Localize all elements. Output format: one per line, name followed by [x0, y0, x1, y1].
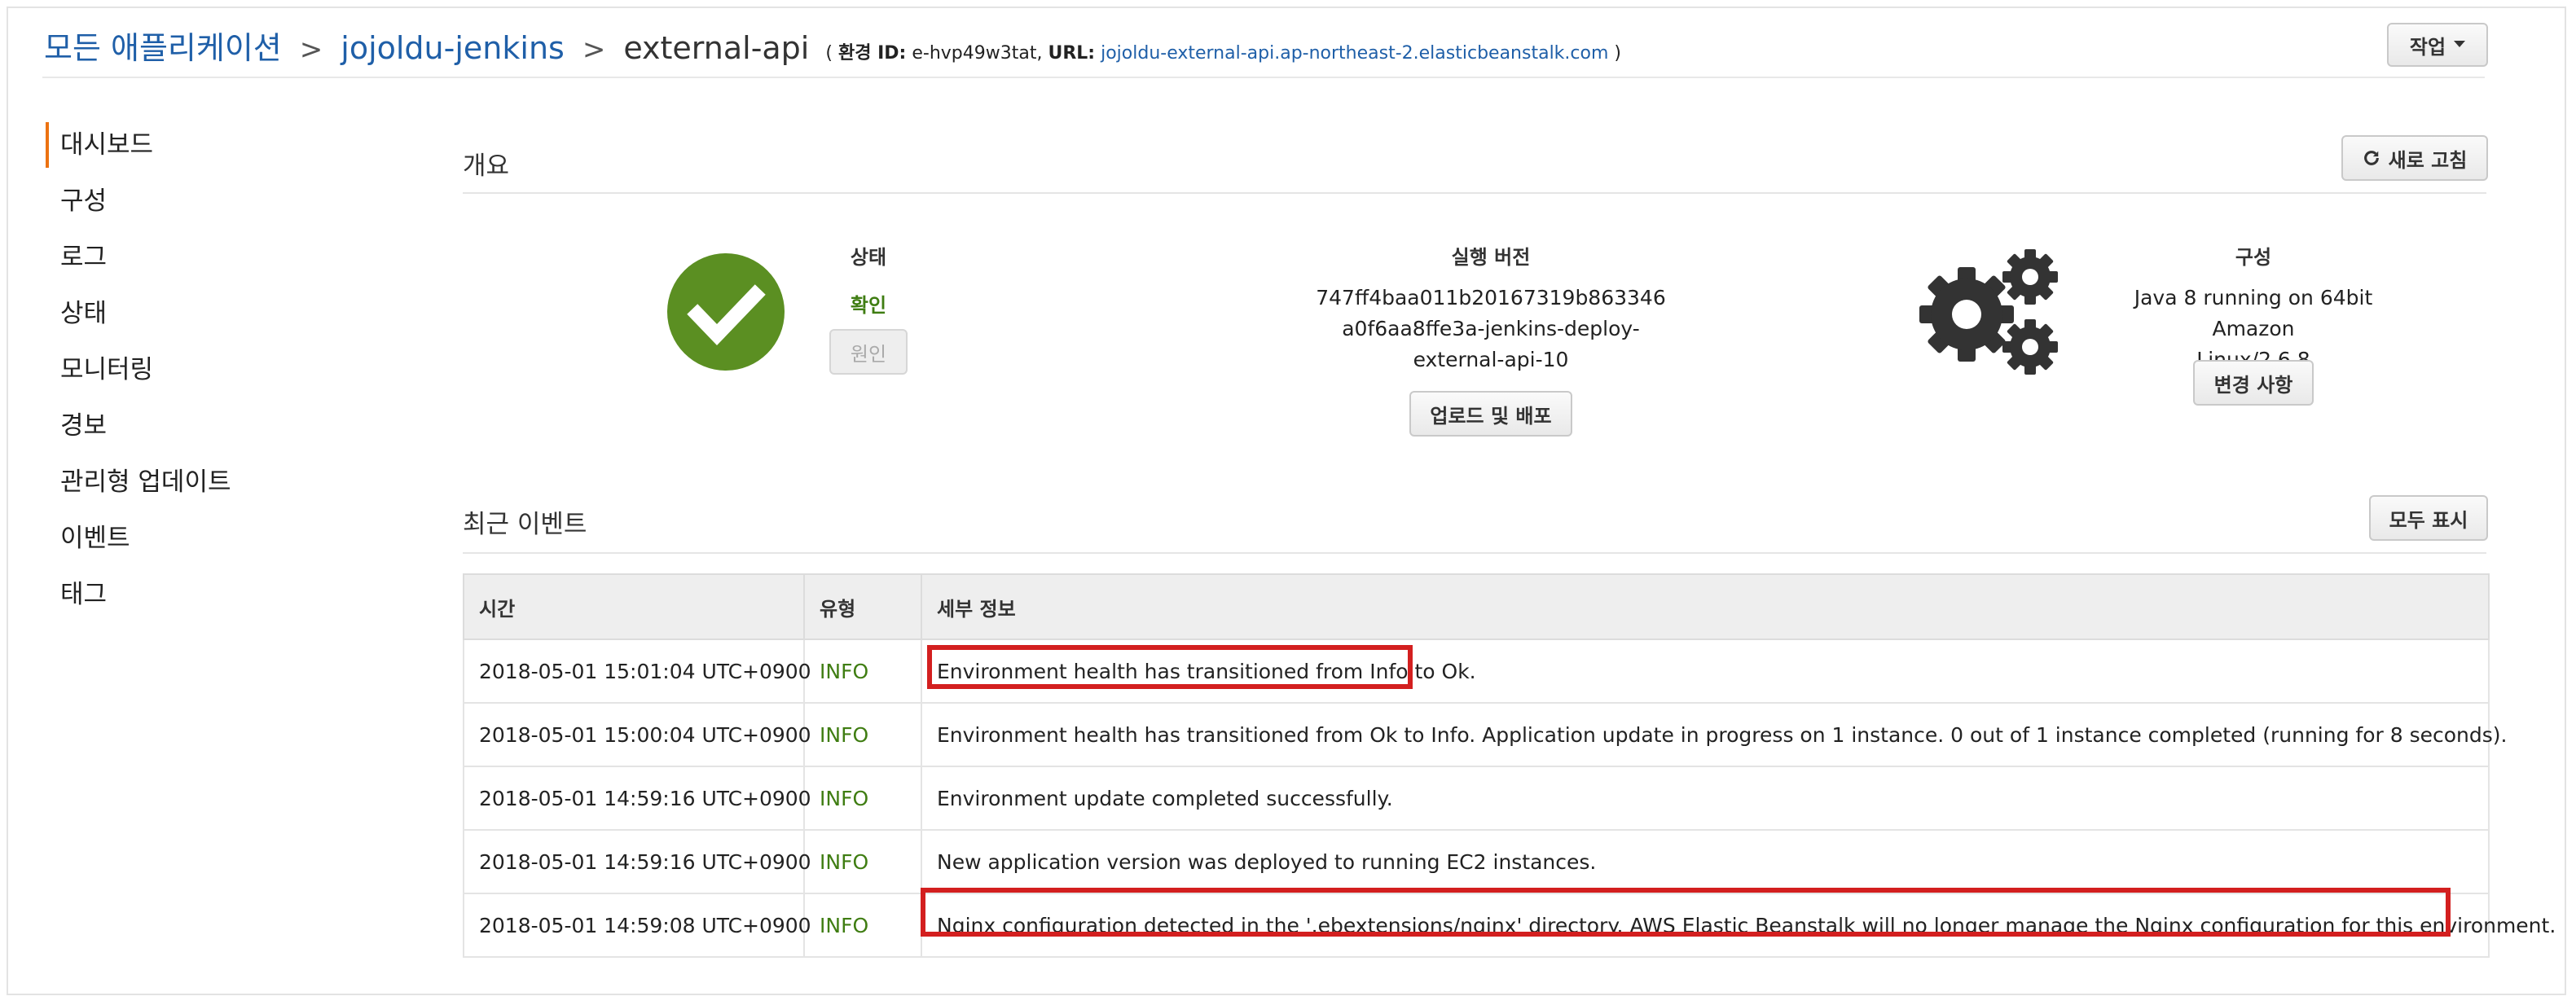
event-type: INFO	[803, 766, 922, 831]
refresh-button[interactable]: 새로 고침	[2341, 135, 2488, 181]
event-time: 2018-05-01 14:59:16 UTC+0900	[463, 829, 811, 894]
header-divider	[42, 77, 2485, 78]
recent-events-title: 최근 이벤트	[463, 510, 587, 539]
health-label: 상태	[850, 246, 887, 269]
breadcrumb-all-apps-link[interactable]: 모든 애플리케이션	[44, 23, 282, 68]
configuration-line: Java 8 running on 64bit Amazon	[2134, 286, 2373, 340]
event-type: INFO	[803, 829, 922, 894]
breadcrumb-environment: external-api	[623, 30, 810, 66]
sidebar-item-label: 구성	[60, 187, 108, 216]
sidebar-nav: 대시보드 구성 로그 상태 모니터링 경보 관리형 업데이트 이벤트 태그	[46, 122, 231, 628]
event-time: 2018-05-01 14:59:08 UTC+0900	[463, 893, 811, 958]
sidebar-item-tags[interactable]: 태그	[46, 572, 231, 628]
health-column: 상태 확인	[811, 241, 925, 318]
event-type: INFO	[803, 702, 922, 767]
breadcrumb-separator: >	[582, 33, 606, 66]
column-header-details[interactable]: 세부 정보	[921, 573, 2490, 640]
sidebar-item-label: 관리형 업데이트	[60, 467, 231, 497]
sidebar-item-alarms[interactable]: 경보	[46, 403, 231, 459]
configuration-label: 구성	[2235, 246, 2272, 269]
env-url-link[interactable]: jojoldu-external-api.ap-northeast-2.elas…	[1101, 43, 1608, 64]
refresh-button-label: 새로 고침	[2388, 148, 2468, 172]
gears-icon	[1919, 249, 2058, 375]
sidebar-item-configuration[interactable]: 구성	[46, 178, 231, 235]
show-all-label: 모두 표시	[2389, 508, 2468, 532]
event-detail: Nginx configuration detected in the '.eb…	[921, 893, 2556, 958]
event-time: 2018-05-01 15:01:04 UTC+0900	[463, 639, 811, 704]
event-detail: Environment health has transitioned from…	[921, 639, 2490, 704]
sidebar-item-health[interactable]: 상태	[46, 291, 231, 347]
sidebar-item-managed-updates[interactable]: 관리형 업데이트	[46, 459, 231, 516]
event-detail: Environment health has transitioned from…	[921, 702, 2507, 767]
configuration-change-button[interactable]: 변경 사항	[2193, 360, 2314, 406]
sidebar-item-label: 로그	[60, 243, 108, 272]
breadcrumb-app-link[interactable]: jojoldu-jenkins	[341, 30, 565, 66]
sidebar-item-monitoring[interactable]: 모니터링	[46, 347, 231, 403]
overview-title: 개요	[463, 151, 510, 181]
env-url-label: URL:	[1048, 43, 1096, 64]
show-all-button[interactable]: 모두 표시	[2369, 495, 2488, 541]
running-version-line: a0f6aa8ffe3a-jenkins-deploy-	[1342, 317, 1640, 340]
configuration-change-label: 변경 사항	[2213, 373, 2293, 397]
breadcrumb: 모든 애플리케이션 > jojoldu-jenkins > external-a…	[44, 23, 1621, 72]
health-status: 확인	[850, 294, 887, 317]
sidebar-item-label: 태그	[60, 580, 108, 609]
health-cause-button[interactable]: 원인	[829, 329, 908, 375]
event-type: INFO	[803, 893, 922, 958]
env-id-label: 환경 ID:	[837, 43, 907, 64]
event-time: 2018-05-01 15:00:04 UTC+0900	[463, 702, 811, 767]
sidebar-item-label: 경보	[60, 411, 108, 441]
sidebar-item-events[interactable]: 이벤트	[46, 516, 231, 572]
env-info-close: )	[1608, 43, 1621, 64]
event-detail: Environment update completed successfull…	[921, 766, 2490, 831]
configuration-column: 구성 Java 8 running on 64bit Amazon Linux/…	[2090, 241, 2416, 375]
upload-deploy-button[interactable]: 업로드 및 배포	[1409, 391, 1572, 437]
table-row: 2018-05-01 14:59:16 UTC+0900 INFO Enviro…	[463, 766, 2490, 831]
sidebar-item-label: 이벤트	[60, 524, 130, 553]
event-time: 2018-05-01 14:59:16 UTC+0900	[463, 766, 811, 831]
running-version-line: 747ff4baa011b20167319b863346	[1316, 286, 1666, 309]
events-table: 시간 유형 세부 정보 2018-05-01 15:01:04 UTC+0900…	[463, 573, 2556, 958]
running-version-column: 실행 버전 747ff4baa011b20167319b863346 a0f6a…	[1279, 241, 1703, 375]
event-detail: New application version was deployed to …	[921, 829, 2490, 894]
sidebar-item-label: 대시보드	[60, 130, 154, 160]
env-info-open: (	[825, 43, 838, 64]
environment-info: ( 환경 ID: e-hvp49w3tat, URL: jojoldu-exte…	[825, 38, 1621, 64]
running-version-value: 747ff4baa011b20167319b863346 a0f6aa8ffe3…	[1279, 283, 1703, 375]
refresh-icon	[2363, 151, 2379, 165]
table-row: 2018-05-01 14:59:16 UTC+0900 INFO New ap…	[463, 829, 2490, 894]
breadcrumb-separator: >	[299, 33, 323, 66]
sidebar-item-dashboard[interactable]: 대시보드	[46, 122, 231, 178]
running-version-label: 실행 버전	[1451, 246, 1531, 269]
upload-deploy-label: 업로드 및 배포	[1430, 404, 1552, 428]
running-version-line: external-api-10	[1413, 348, 1569, 371]
overview-divider	[463, 192, 2486, 194]
table-row: 2018-05-01 15:01:04 UTC+0900 INFO Enviro…	[463, 639, 2490, 704]
sidebar-item-logs[interactable]: 로그	[46, 235, 231, 291]
column-header-time[interactable]: 시간	[463, 573, 805, 640]
sidebar-item-label: 모니터링	[60, 355, 154, 384]
event-type: INFO	[803, 639, 922, 704]
recent-events-divider	[463, 552, 2486, 554]
table-header-row: 시간 유형 세부 정보	[463, 573, 2490, 640]
check-circle-icon	[667, 253, 785, 371]
health-cause-label: 원인	[850, 342, 887, 366]
column-header-type[interactable]: 유형	[803, 573, 922, 640]
table-row: 2018-05-01 14:59:08 UTC+0900 INFO Nginx …	[463, 893, 2556, 958]
actions-button[interactable]: 작업	[2387, 23, 2488, 67]
env-id-value: e-hvp49w3tat,	[912, 43, 1043, 64]
actions-button-label: 작업	[2409, 35, 2446, 59]
caret-down-icon	[2454, 41, 2466, 47]
table-row: 2018-05-01 15:00:04 UTC+0900 INFO Enviro…	[463, 702, 2507, 767]
sidebar-item-label: 상태	[60, 299, 108, 328]
